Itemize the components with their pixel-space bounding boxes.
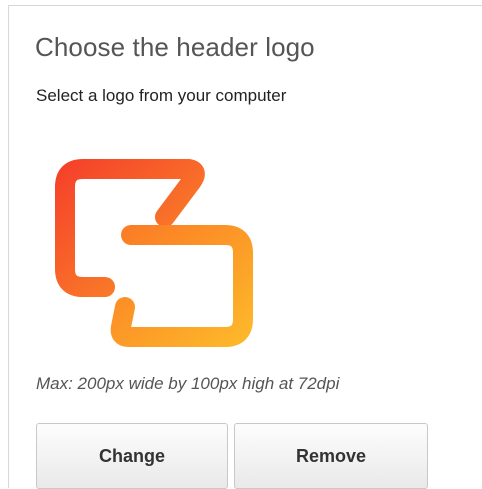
- change-logo-button[interactable]: Change: [36, 423, 228, 489]
- panel-subtitle: Select a logo from your computer: [36, 86, 287, 105]
- logo-size-hint: Max: 200px wide by 100px high at 72dpi: [36, 374, 340, 393]
- remove-button-label: Remove: [295, 445, 367, 466]
- logo-settings-panel: Choose the header logo Select a logo fro…: [8, 5, 482, 489]
- panel-title: Choose the header logo: [35, 32, 315, 62]
- remove-logo-button[interactable]: Remove: [234, 423, 428, 489]
- change-button-label: Change: [98, 445, 165, 466]
- header-logo-image: [55, 159, 253, 347]
